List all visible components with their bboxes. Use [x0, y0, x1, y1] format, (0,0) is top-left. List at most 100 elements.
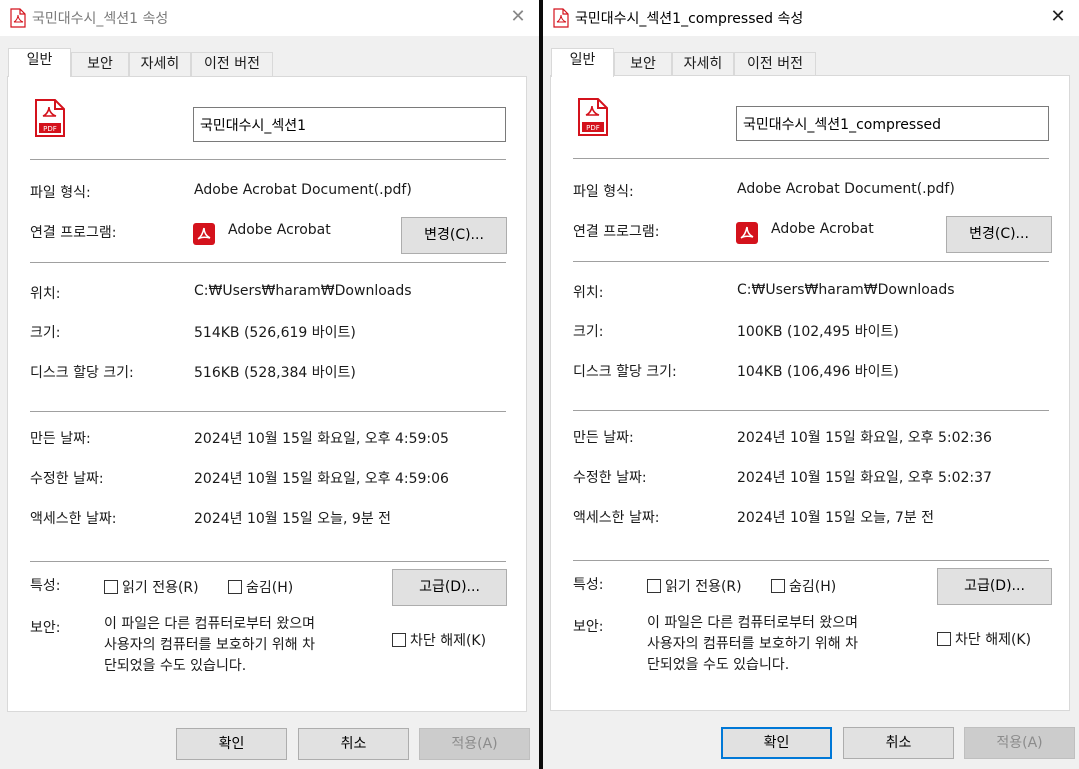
- apply-button[interactable]: 적용(A): [964, 727, 1075, 759]
- modified-label: 수정한 날짜:: [573, 470, 647, 486]
- hidden-checkbox[interactable]: 숨김(H): [771, 576, 836, 596]
- size-label: 크기:: [30, 325, 61, 341]
- file-type-label: 파일 형식:: [573, 184, 634, 200]
- modified-label: 수정한 날짜:: [30, 471, 104, 487]
- size-value: 100KB (102,495 바이트): [737, 324, 899, 340]
- size-on-disk-value: 104KB (106,496 바이트): [737, 364, 899, 380]
- hidden-checkbox-label: 숨김(H): [246, 580, 294, 596]
- file-type-value: Adobe Acrobat Document(.pdf): [737, 181, 955, 197]
- tab-general[interactable]: 일반: [8, 48, 71, 77]
- pdf-document-icon: PDF: [578, 98, 608, 136]
- security-message: 이 파일은 다른 컴퓨터로부터 왔으며 사용자의 컴퓨터를 보호하기 위해 차단…: [104, 616, 315, 674]
- created-value: 2024년 10월 15일 화요일, 오후 4:59:05: [194, 431, 449, 447]
- created-value: 2024년 10월 15일 화요일, 오후 5:02:36: [737, 430, 992, 446]
- title-bar: 국민대수시_섹션1 속성 ✕: [0, 0, 539, 36]
- general-panel: PDF 파일 형식: Adobe Acrobat Document(.pdf) …: [7, 76, 527, 712]
- pdf-file-icon: [10, 8, 26, 28]
- readonly-checkbox[interactable]: 읽기 전용(R): [647, 576, 742, 596]
- separator: [30, 159, 506, 160]
- pdf-document-icon: PDF: [35, 99, 65, 137]
- apply-button[interactable]: 적용(A): [419, 728, 530, 760]
- opens-with-label: 연결 프로그램:: [30, 225, 117, 241]
- accessed-value: 2024년 10월 15일 오늘, 7분 전: [737, 510, 935, 526]
- attributes-label: 특성:: [573, 577, 604, 593]
- separator: [573, 158, 1049, 159]
- opens-with-value: Adobe Acrobat: [228, 222, 331, 238]
- tab-previous-versions[interactable]: 이전 버전: [734, 52, 816, 76]
- readonly-checkbox-label: 읽기 전용(R): [665, 579, 742, 595]
- created-label: 만든 날짜:: [573, 430, 634, 446]
- unblock-checkbox-label: 차단 해제(K): [410, 633, 487, 649]
- properties-dialog-original: 국민대수시_섹션1 속성 ✕ 일반 보안 자세히 이전 버전 PDF 파일 형식…: [0, 0, 539, 769]
- modified-value: 2024년 10월 15일 화요일, 오후 5:02:37: [737, 470, 992, 486]
- size-on-disk-label: 디스크 할당 크기:: [30, 365, 134, 381]
- separator: [30, 561, 506, 562]
- pdf-file-icon: [553, 8, 569, 28]
- dialog-title: 국민대수시_섹션1 속성: [32, 11, 169, 27]
- accessed-value: 2024년 10월 15일 오늘, 9분 전: [194, 511, 392, 527]
- checkbox-box[interactable]: [228, 580, 242, 594]
- dialog-title: 국민대수시_섹션1_compressed 속성: [575, 11, 804, 27]
- acrobat-app-icon: [193, 223, 215, 245]
- location-value: C:₩Users₩haram₩Downloads: [737, 282, 955, 298]
- unblock-checkbox[interactable]: 차단 해제(K): [392, 630, 486, 650]
- file-type-label: 파일 형식:: [30, 185, 91, 201]
- change-button[interactable]: 변경(C)...: [946, 216, 1052, 253]
- checkbox-box[interactable]: [392, 633, 406, 647]
- checkbox-box[interactable]: [937, 632, 951, 646]
- separator: [573, 261, 1049, 262]
- location-label: 위치:: [573, 285, 604, 301]
- ok-button[interactable]: 확인: [176, 728, 287, 760]
- checkbox-box[interactable]: [104, 580, 118, 594]
- separator: [30, 262, 506, 263]
- unblock-checkbox-label: 차단 해제(K): [955, 632, 1032, 648]
- security-label: 보안:: [573, 619, 604, 635]
- size-label: 크기:: [573, 324, 604, 340]
- tab-security[interactable]: 보안: [614, 52, 672, 76]
- change-button[interactable]: 변경(C)...: [401, 217, 507, 254]
- modified-value: 2024년 10월 15일 화요일, 오후 4:59:06: [194, 471, 449, 487]
- file-name-input[interactable]: [736, 106, 1049, 141]
- size-on-disk-label: 디스크 할당 크기:: [573, 364, 677, 380]
- separator: [573, 410, 1049, 411]
- attributes-label: 특성:: [30, 578, 61, 594]
- tab-details[interactable]: 자세히: [129, 52, 191, 76]
- cancel-button[interactable]: 취소: [298, 728, 409, 760]
- acrobat-app-icon: [736, 222, 758, 244]
- opens-with-label: 연결 프로그램:: [573, 224, 660, 240]
- tab-previous-versions[interactable]: 이전 버전: [191, 52, 273, 76]
- file-name-input[interactable]: [193, 107, 506, 142]
- readonly-checkbox-label: 읽기 전용(R): [122, 580, 199, 596]
- ok-button[interactable]: 확인: [721, 727, 832, 759]
- readonly-checkbox[interactable]: 읽기 전용(R): [104, 577, 199, 597]
- tab-details[interactable]: 자세히: [672, 52, 734, 76]
- hidden-checkbox[interactable]: 숨김(H): [228, 577, 293, 597]
- pdf-badge-text: PDF: [586, 124, 600, 132]
- close-button[interactable]: ✕: [1049, 8, 1067, 26]
- size-value: 514KB (526,619 바이트): [194, 325, 356, 341]
- unblock-checkbox[interactable]: 차단 해제(K): [937, 629, 1031, 649]
- title-bar: 국민대수시_섹션1_compressed 속성 ✕: [543, 0, 1079, 36]
- checkbox-box[interactable]: [647, 579, 661, 593]
- close-button[interactable]: ✕: [509, 8, 527, 26]
- checkbox-box[interactable]: [771, 579, 785, 593]
- general-panel: PDF 파일 형식: Adobe Acrobat Document(.pdf) …: [550, 75, 1070, 711]
- separator: [573, 560, 1049, 561]
- cancel-button[interactable]: 취소: [843, 727, 954, 759]
- security-label: 보안:: [30, 620, 61, 636]
- location-value: C:₩Users₩haram₩Downloads: [194, 283, 412, 299]
- hidden-checkbox-label: 숨김(H): [789, 579, 837, 595]
- created-label: 만든 날짜:: [30, 431, 91, 447]
- tab-security[interactable]: 보안: [71, 52, 129, 76]
- advanced-button[interactable]: 고급(D)...: [392, 569, 507, 606]
- advanced-button[interactable]: 고급(D)...: [937, 568, 1052, 605]
- file-type-value: Adobe Acrobat Document(.pdf): [194, 182, 412, 198]
- separator: [30, 411, 506, 412]
- tab-general[interactable]: 일반: [551, 48, 614, 77]
- security-message: 이 파일은 다른 컴퓨터로부터 왔으며 사용자의 컴퓨터를 보호하기 위해 차단…: [647, 615, 858, 673]
- accessed-label: 액세스한 날짜:: [30, 511, 117, 527]
- pdf-badge-text: PDF: [43, 125, 57, 133]
- opens-with-value: Adobe Acrobat: [771, 221, 874, 237]
- location-label: 위치:: [30, 286, 61, 302]
- properties-dialog-compressed: 국민대수시_섹션1_compressed 속성 ✕ 일반 보안 자세히 이전 버…: [543, 0, 1079, 769]
